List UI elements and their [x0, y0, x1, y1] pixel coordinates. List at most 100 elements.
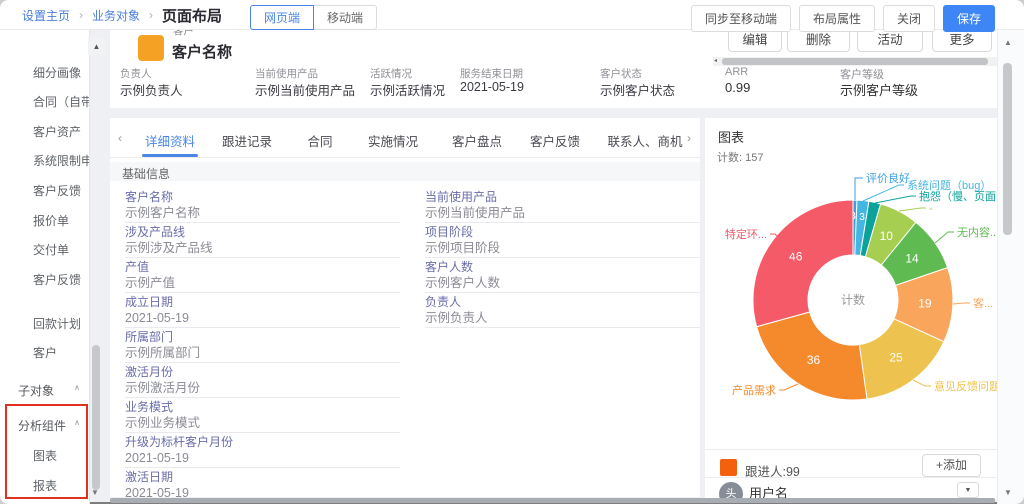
tab-6[interactable]: 客户反馈	[530, 131, 580, 150]
form-field[interactable]: 客户名称示例客户名称	[125, 188, 400, 223]
field-value: 示例客户等级	[840, 80, 918, 99]
chart-leader-line	[953, 303, 970, 304]
add-button[interactable]: +添加	[922, 454, 981, 477]
section-header: 基础信息	[110, 162, 700, 181]
collapse-caret-icon[interactable]: ∧	[74, 383, 80, 392]
sidebar-item[interactable]: 客户反馈	[33, 271, 89, 288]
sidebar-group-sub-objects[interactable]: 子对象∧	[18, 382, 84, 399]
sidebar-item[interactable]: 合同（自带）	[33, 93, 89, 110]
sidebar-item[interactable]: 报价单	[33, 212, 89, 229]
chart-panel-title: 图表	[718, 127, 744, 146]
form-field-label: 涉及产品线	[125, 223, 400, 239]
sidebar-item[interactable]: 客户资产	[33, 123, 89, 140]
tab-3[interactable]: 合同	[307, 131, 332, 150]
form-field[interactable]: 激活月份示例激活月份	[125, 363, 400, 398]
tab-2[interactable]: 跟进记录	[222, 131, 272, 150]
chart-leader-line	[913, 380, 931, 386]
form-field-value: 示例负责人	[425, 310, 700, 326]
horizontal-scrollbar[interactable]	[110, 498, 995, 503]
form-field-value: 2021-05-19	[125, 485, 400, 497]
tab-1[interactable]: 详细资料	[145, 131, 195, 150]
sidebar-scroll-up-icon[interactable]: ▲	[88, 38, 105, 55]
form-field[interactable]: 所属部门示例所属部门	[125, 328, 400, 363]
form-field[interactable]: 负责人示例负责人	[425, 293, 700, 328]
field-label: 当前使用产品	[255, 66, 318, 81]
more-button[interactable]: 更多	[932, 30, 992, 52]
chart-leader-line	[875, 196, 916, 203]
close-button[interactable]: 关闭	[883, 5, 935, 32]
main-scrollbar[interactable]	[1003, 63, 1012, 235]
form-field-value: 示例产值	[125, 275, 400, 291]
edit-button[interactable]: 编辑	[728, 30, 782, 52]
tab-7[interactable]: 联系人、商机	[607, 131, 682, 150]
form-field[interactable]: 产值示例产值	[125, 258, 400, 293]
chart-leader-line	[935, 232, 954, 243]
form-field[interactable]: 升级为标杆客户月份2021-05-19	[125, 433, 400, 468]
field-value: 示例客户状态	[600, 80, 675, 99]
activity-button[interactable]: 活动	[857, 30, 923, 52]
field-label: ARR	[725, 66, 748, 78]
form-field[interactable]: 客户人数示例客户人数	[425, 258, 700, 293]
view-tab-mobile[interactable]: 移动端	[314, 5, 377, 30]
page-title: 页面布局	[162, 5, 222, 26]
topbar-actions: 同步至移动端布局属性关闭保存	[691, 5, 995, 32]
buttons-scrollbar[interactable]	[722, 58, 988, 65]
form-field[interactable]: 当前使用产品示例当前使用产品	[425, 188, 700, 223]
tabs-scroll-right-icon[interactable]: ›	[687, 131, 691, 145]
field-value: 示例当前使用产品	[255, 80, 355, 99]
clipped-scrolled-text: 客户	[173, 30, 194, 38]
breadcrumb-link[interactable]: 业务对象	[92, 7, 140, 24]
sidebar-item[interactable]: 报表	[33, 477, 57, 494]
sidebar-item[interactable]: 客户反馈	[33, 182, 89, 199]
collapse-caret-icon[interactable]: ∧	[74, 418, 80, 427]
main-scroll-down-icon[interactable]: ▼	[1004, 488, 1012, 497]
form-field[interactable]: 项目阶段示例项目阶段	[425, 223, 700, 258]
field-label: 活跃情况	[370, 66, 412, 81]
view-tab-web[interactable]: 网页端	[250, 5, 314, 30]
sidebar-group-analysis[interactable]: 分析组件∧	[18, 417, 84, 434]
sidebar-item[interactable]: 交付单	[33, 241, 89, 258]
sidebar-item[interactable]: 细分画像	[33, 64, 89, 81]
sidebar-item[interactable]: 图表	[33, 447, 57, 464]
sidebar-scrollbar[interactable]	[92, 345, 100, 490]
save-button[interactable]: 保存	[943, 5, 995, 32]
chart-segment-label: 意见反馈问题	[934, 379, 997, 393]
chart-segment-label: 抱怨（慢、页面、…	[919, 189, 997, 203]
tab-4[interactable]: 实施情况	[368, 131, 418, 150]
form-field[interactable]: 激活日期2021-05-19	[125, 468, 400, 497]
form-field-label: 客户人数	[425, 258, 700, 274]
follower-icon	[720, 459, 737, 476]
chart-value-label: 46	[789, 249, 803, 263]
top-bar: 设置主页›业务对象›页面布局 网页端移动端 同步至移动端布局属性关闭保存	[0, 0, 1024, 30]
dropdown-button[interactable]: ▼	[957, 482, 979, 498]
section-title: 基础信息	[122, 165, 170, 182]
scroll-left-icon[interactable]: ◂	[714, 57, 717, 66]
detail-card: ‹ › 详细资料 跟进记录 合同 实施情况 客户盘点 客户反馈 联系人、商机 基础信息 客户…	[110, 118, 700, 497]
chart-leader-line	[855, 178, 863, 200]
breadcrumb-link[interactable]: 设置主页	[22, 7, 70, 24]
sidebar-item[interactable]: 回款计划	[33, 315, 89, 332]
layout-props-button[interactable]: 布局属性	[799, 5, 875, 32]
form-field-label: 产值	[125, 258, 400, 274]
form-field[interactable]: 涉及产品线示例涉及产品线	[125, 223, 400, 258]
field-value: 2021-05-19	[460, 80, 524, 94]
form-field-value: 2021-05-19	[125, 310, 400, 326]
field-label: 负责人	[120, 66, 152, 81]
delete-button[interactable]: 删除	[787, 30, 850, 52]
form-field[interactable]: 成立日期2021-05-19	[125, 293, 400, 328]
chart-segment-label: 无内容...	[957, 225, 997, 239]
sync-to-mobile-button[interactable]: 同步至移动端	[691, 5, 791, 32]
chart-segment-label: 特定环...	[725, 227, 767, 241]
donut-chart[interactable]: 1评价良好3系统问题（bug）3抱怨（慢、页面、…10-14无内容...19客.…	[705, 168, 997, 448]
tab-5[interactable]: 客户盘点	[452, 131, 502, 150]
sidebar-item[interactable]: 客户	[33, 344, 89, 361]
tabs-scroll-left-icon[interactable]: ‹	[118, 131, 122, 145]
form-field[interactable]: 业务模式示例业务模式	[125, 398, 400, 433]
form-field-value: 示例当前使用产品	[425, 205, 700, 221]
main-scroll-up-icon[interactable]: ▲	[1004, 38, 1012, 47]
form-field-label: 业务模式	[125, 398, 400, 414]
sidebar-scroll-down-icon[interactable]: ▼	[91, 488, 99, 497]
chart-segment[interactable]	[753, 200, 853, 327]
sidebar-item[interactable]: 系统限制申请明细	[33, 152, 89, 169]
field-label: 服务结束日期	[460, 66, 523, 81]
